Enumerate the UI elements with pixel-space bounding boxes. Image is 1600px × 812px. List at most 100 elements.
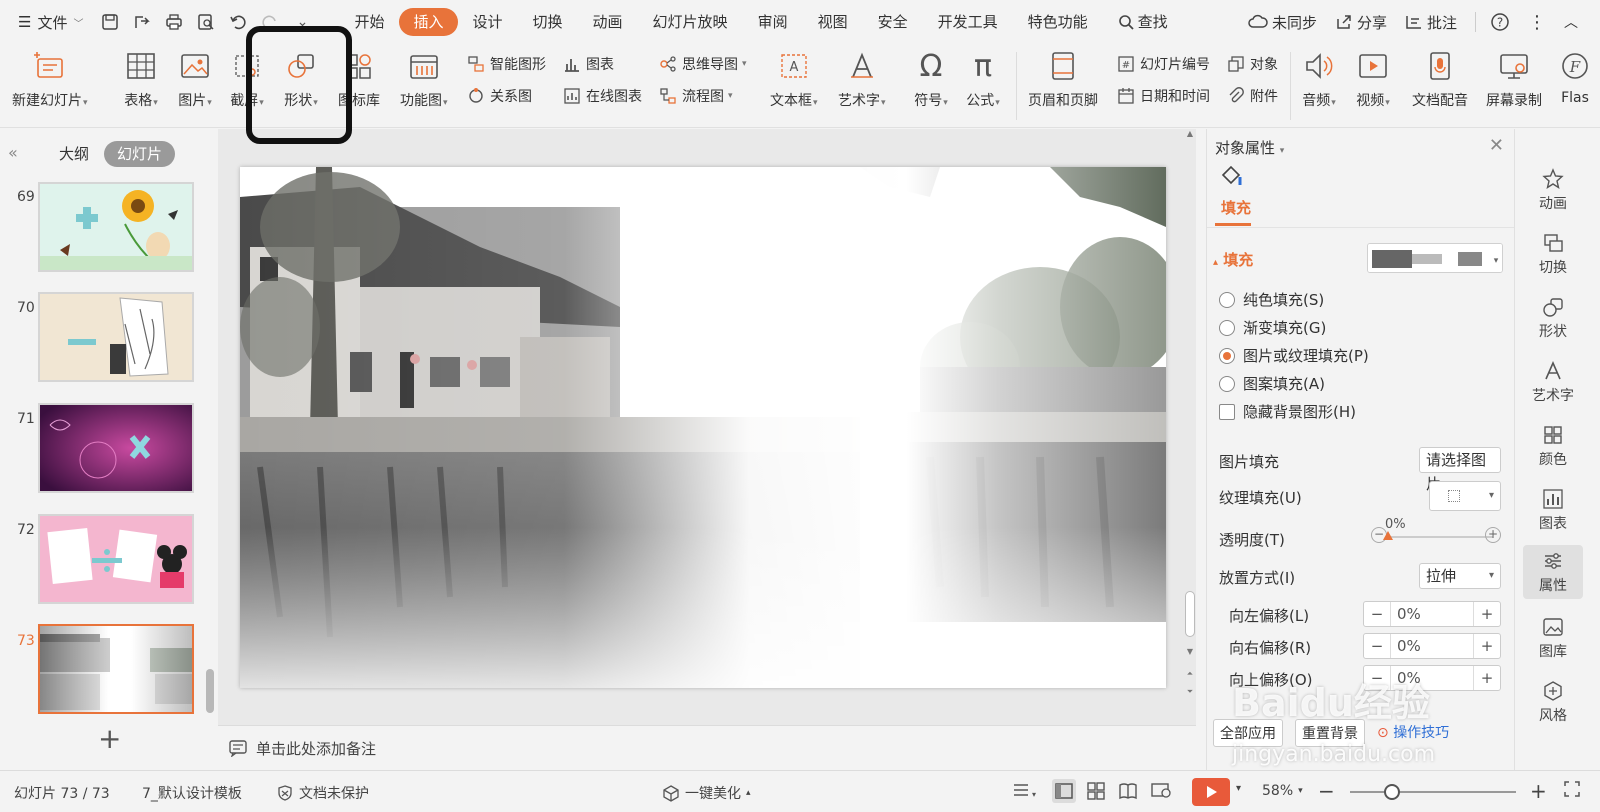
fill-section-header[interactable]: ▴ 填充 <box>1213 249 1253 270</box>
mind-map-button[interactable]: 思维导图 ▾ <box>658 54 747 74</box>
search-button[interactable]: 查找 <box>1103 8 1183 36</box>
comment-button[interactable]: 批注 <box>1405 12 1457 33</box>
reading-view-icon[interactable] <box>1118 781 1138 801</box>
texture-dropdown[interactable]: ▾ <box>1429 481 1501 511</box>
tab-view[interactable]: 视图 <box>803 8 863 36</box>
radio-gradient-fill[interactable]: 渐变填充(G) <box>1219 317 1326 338</box>
transparency-slider[interactable] <box>1387 536 1493 538</box>
chart-button[interactable]: 图表 <box>562 54 614 74</box>
protection-status[interactable]: 文档未保护 <box>276 783 369 803</box>
tab-insert[interactable]: 插入 <box>399 8 458 36</box>
slide-thumbnail-71[interactable] <box>38 403 194 493</box>
close-icon[interactable]: ✕ <box>1489 135 1504 156</box>
redo-icon[interactable] <box>259 11 281 33</box>
tab-review[interactable]: 审阅 <box>743 8 803 36</box>
header-footer-button[interactable]: 页眉和页脚 <box>1028 48 1098 110</box>
video-button[interactable]: 视频▾ <box>1354 48 1392 110</box>
radio-picture-fill[interactable]: 图片或纹理填充(P) <box>1219 345 1369 366</box>
sidebar-item-animation[interactable]: 动画 <box>1523 167 1583 213</box>
fill-tab[interactable]: 填充 <box>1221 197 1251 218</box>
offset-left-stepper[interactable]: −0% + <box>1363 601 1501 627</box>
wordart-button[interactable]: 艺术字▾ <box>838 48 886 110</box>
function-chart-button[interactable]: 功能图▾ <box>400 48 448 110</box>
object-button[interactable]: 对象 <box>1226 54 1278 74</box>
file-menu[interactable]: ☰ 文件 ﹀ <box>0 0 93 44</box>
thumbnail-scrollbar[interactable] <box>206 669 214 713</box>
sidebar-item-gallery[interactable]: 图库 <box>1523 615 1583 661</box>
tab-home[interactable]: 开始 <box>339 8 399 36</box>
notes-area[interactable]: 单击此处添加备注 <box>218 725 1196 770</box>
flash-button[interactable]: F Flas <box>1556 48 1594 106</box>
slide-thumbnail-70[interactable] <box>38 292 194 382</box>
play-slideshow-button[interactable] <box>1192 778 1230 806</box>
textbox-button[interactable]: A 文本框▾ <box>770 48 818 110</box>
radio-pattern-fill[interactable]: 图案填充(A) <box>1219 373 1325 394</box>
presenter-view-icon[interactable] <box>1150 781 1172 801</box>
picture-button[interactable]: 图片▾ <box>176 48 214 110</box>
slide-number-button[interactable]: # 幻灯片编号 <box>1116 54 1210 74</box>
sidebar-item-color[interactable]: 颜色 <box>1523 423 1583 469</box>
tab-slideshow[interactable]: 幻灯片放映 <box>638 8 743 36</box>
notes-view-icon[interactable]: ▾ <box>1012 781 1036 801</box>
offset-right-stepper[interactable]: −0% + <box>1363 633 1501 659</box>
datetime-button[interactable]: 日期和时间 <box>1116 86 1210 106</box>
doc-voice-button[interactable]: 文档配音 <box>1412 48 1468 110</box>
tab-outline[interactable]: 大纲 <box>46 141 102 167</box>
sidebar-item-transition[interactable]: 切换 <box>1523 231 1583 277</box>
fill-preview-dropdown[interactable]: ▾ <box>1367 243 1503 273</box>
transparency-plus[interactable]: + <box>1485 527 1501 543</box>
screen-record-button[interactable]: 屏幕录制 <box>1486 48 1542 110</box>
tab-developer[interactable]: 开发工具 <box>923 8 1013 36</box>
table-button[interactable]: 表格▾ <box>122 48 160 110</box>
screenshot-button[interactable]: 截屏▾ <box>228 48 266 110</box>
sidebar-item-wordart[interactable]: 艺术字 <box>1523 359 1583 405</box>
help-icon[interactable]: ? <box>1475 12 1510 32</box>
play-options-dropdown[interactable]: ▾ <box>1236 783 1241 794</box>
tab-design[interactable]: 设计 <box>458 8 518 36</box>
icon-library-button[interactable]: 图标库 <box>338 48 380 110</box>
sidebar-item-shape[interactable]: 形状 <box>1523 295 1583 341</box>
zoom-slider-knob[interactable] <box>1384 784 1400 800</box>
zoom-out-button[interactable]: − <box>1318 779 1335 803</box>
undo-icon[interactable] <box>227 11 249 33</box>
template-name[interactable]: 7_默认设计模板 <box>142 783 242 803</box>
canvas-scrollbar[interactable]: ▲ ▼ ⏶ ⏷ <box>1184 129 1196 725</box>
print-icon[interactable] <box>163 11 185 33</box>
tab-slides[interactable]: 幻灯片 <box>104 141 176 167</box>
add-slide-button[interactable]: + <box>98 722 121 755</box>
sidebar-item-style[interactable]: 风格 <box>1523 679 1583 725</box>
flowchart-button[interactable]: 流程图 ▾ <box>658 86 733 106</box>
sidebar-item-properties[interactable]: 属性 <box>1523 545 1583 599</box>
attachment-button[interactable]: 附件 <box>1226 86 1278 106</box>
zoom-level[interactable]: 58% ▾ <box>1262 783 1303 799</box>
beautify-button[interactable]: 一键美化 ▴ <box>662 783 751 803</box>
relation-chart-button[interactable]: 关系图 <box>466 86 532 106</box>
fit-window-icon[interactable] <box>1562 779 1582 799</box>
slide-thumbnail-72[interactable] <box>38 514 194 604</box>
tab-animation[interactable]: 动画 <box>578 8 638 36</box>
fill-bucket-icon[interactable] <box>1219 163 1245 193</box>
online-chart-button[interactable]: 在线图表 <box>562 86 642 106</box>
slide-canvas[interactable] <box>240 167 1166 688</box>
normal-view-icon[interactable] <box>1052 779 1076 803</box>
formula-button[interactable]: π 公式▾ <box>964 48 1002 110</box>
slide-thumbnail-69[interactable] <box>38 182 194 272</box>
collapse-panel-icon[interactable]: « <box>8 143 18 162</box>
zoom-slider[interactable] <box>1350 791 1516 793</box>
tab-features[interactable]: 特色功能 <box>1013 8 1103 36</box>
more-icon[interactable]: ⌄ <box>291 11 313 33</box>
sync-button[interactable]: 未同步 <box>1248 12 1317 33</box>
tab-security[interactable]: 安全 <box>863 8 923 36</box>
select-picture-button[interactable]: 请选择图片 <box>1419 447 1501 493</box>
new-slide-button[interactable]: 新建幻灯片▾ <box>12 48 88 110</box>
slide-thumbnail-73[interactable] <box>38 624 194 714</box>
more-vertical-icon[interactable]: ⋮ <box>1528 12 1546 33</box>
symbol-button[interactable]: Ω 符号▾ <box>912 48 950 110</box>
radio-solid-fill[interactable]: 纯色填充(S) <box>1219 289 1324 310</box>
zoom-in-button[interactable]: + <box>1530 779 1547 803</box>
placement-dropdown[interactable]: 拉伸 ▾ <box>1419 563 1501 589</box>
sorter-view-icon[interactable] <box>1086 781 1106 801</box>
sidebar-item-chart[interactable]: 图表 <box>1523 487 1583 533</box>
tab-transition[interactable]: 切换 <box>518 8 578 36</box>
audio-button[interactable]: 音频▾ <box>1300 48 1338 110</box>
